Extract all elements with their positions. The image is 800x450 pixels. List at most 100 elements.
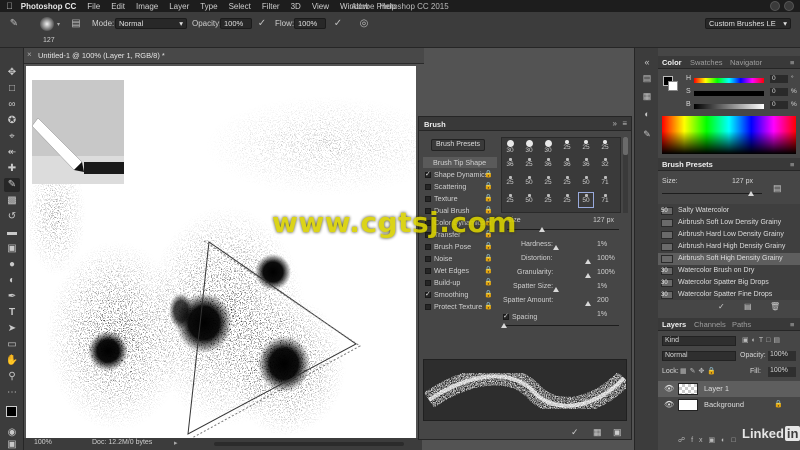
layer-opacity-value[interactable]: 100% xyxy=(768,351,796,361)
apple-icon[interactable]:  xyxy=(6,1,13,11)
brush-tip-cell[interactable]: 32 xyxy=(598,157,612,171)
checkbox[interactable] xyxy=(425,169,431,180)
tab-channels[interactable]: Channels xyxy=(694,320,726,329)
create-preset-icon[interactable]: ▤ xyxy=(744,302,752,311)
lock-icon[interactable]: 🔒 xyxy=(484,265,493,276)
lock-icon[interactable]: 🔒 xyxy=(484,289,493,300)
collapse-panel-icon[interactable]: » xyxy=(613,119,617,128)
opacity-field[interactable]: 100% xyxy=(220,18,252,29)
brush-tip-cell[interactable]: 71 xyxy=(598,193,612,207)
spatter-size-value[interactable]: 1% xyxy=(597,283,607,290)
brush-preview-icon[interactable] xyxy=(40,17,54,31)
menu-app-name[interactable]: Photoshop CC xyxy=(21,2,77,11)
visibility-eye-icon[interactable]: 👁 xyxy=(664,397,674,413)
size-slider-knob[interactable] xyxy=(539,227,545,232)
granularity-slider-knob[interactable] xyxy=(585,273,591,278)
brush-preset-item[interactable]: 30 Watercolor Spatter Big Drops xyxy=(658,277,800,289)
preset-size-knob[interactable] xyxy=(748,191,754,196)
brightness-slider[interactable] xyxy=(694,104,764,109)
tab-brush-presets[interactable]: Brush Presets xyxy=(662,160,713,169)
hardness-slider-knob[interactable] xyxy=(553,245,559,250)
path-select-tool-icon[interactable]: ➤ xyxy=(4,322,20,336)
new-brush-preset-icon[interactable]: ▤ xyxy=(773,183,782,194)
marquee-tool-icon[interactable]: □ xyxy=(4,82,20,96)
grid-view-icon[interactable]: ▦ xyxy=(593,427,602,438)
flow-field[interactable]: 100% xyxy=(294,18,326,29)
checkbox[interactable] xyxy=(425,268,431,274)
brightness-value[interactable]: 0 xyxy=(770,101,788,109)
fill-value[interactable]: 100% xyxy=(768,367,796,377)
lock-icon[interactable]: 🔒 xyxy=(484,241,493,252)
pressure-opacity-icon[interactable]: ✓ xyxy=(256,18,268,30)
hand-tool-icon[interactable]: ✋ xyxy=(4,354,20,368)
brush-tip-cell[interactable]: 25 xyxy=(560,139,574,153)
tab-swatches[interactable]: Swatches xyxy=(690,58,723,67)
panel-menu-icon[interactable]: ≡ xyxy=(622,119,627,128)
brush-preset-item[interactable]: 30 Watercolor Brush on Dry xyxy=(658,265,800,277)
scroll-thumb[interactable] xyxy=(623,137,628,155)
blur-tool-icon[interactable]: ● xyxy=(4,258,20,272)
airbrush-icon[interactable]: ✓ xyxy=(332,18,344,30)
menu-filter[interactable]: Filter xyxy=(262,2,280,11)
menu-edit[interactable]: Edit xyxy=(111,2,125,11)
brush-tip-cell[interactable]: 50 xyxy=(578,192,594,208)
history-brush-tool-icon[interactable]: ↺ xyxy=(4,210,20,224)
tab-color[interactable]: Color xyxy=(662,58,682,67)
status-menu-chevron-icon[interactable]: ▸ xyxy=(174,439,178,447)
checkbox[interactable] xyxy=(425,289,431,300)
brush-tip-cell[interactable]: 25 xyxy=(579,139,593,153)
brush-tip-cell[interactable]: 25 xyxy=(560,175,574,189)
horizontal-scrollbar[interactable] xyxy=(214,442,404,446)
menu-view[interactable]: View xyxy=(312,2,329,11)
checkbox[interactable] xyxy=(425,184,431,190)
crop-tool-icon[interactable]: ⌖ xyxy=(4,130,20,144)
panel-menu-icon[interactable]: ≡ xyxy=(790,160,794,169)
tip-grid-scrollbar[interactable] xyxy=(623,137,628,213)
close-button[interactable] xyxy=(784,1,794,11)
healing-brush-tool-icon[interactable]: ✚ xyxy=(4,162,20,176)
lock-icon[interactable]: 🔒 xyxy=(484,277,493,288)
gradient-tool-icon[interactable]: ▣ xyxy=(4,242,20,256)
brush-tip-cell[interactable]: 25 xyxy=(522,157,536,171)
panel-menu-icon[interactable]: ≡ xyxy=(790,320,794,329)
distortion-value[interactable]: 100% xyxy=(597,255,615,262)
panel-menu-icon[interactable]: ≡ xyxy=(790,58,794,67)
brush-tip-cell[interactable]: 50 xyxy=(579,175,593,189)
brush-tip-cell[interactable]: 50 xyxy=(522,175,536,189)
checkbox[interactable] xyxy=(425,256,431,262)
brush-tip-cell[interactable]: 30 xyxy=(541,139,555,154)
hue-value[interactable]: 0 xyxy=(770,75,788,83)
adjustments-panel-icon[interactable]: ◐ xyxy=(640,108,654,120)
lock-icon[interactable]: 🔒 xyxy=(484,169,493,180)
clone-stamp-tool-icon[interactable]: ▩ xyxy=(4,194,20,208)
lock-icon[interactable]: 🔒 xyxy=(484,181,493,192)
menu-image[interactable]: Image xyxy=(136,2,158,11)
preset-size-slider[interactable] xyxy=(662,193,762,194)
brush-tip-cell[interactable]: 30 xyxy=(503,139,517,154)
brush-tip-cell[interactable]: 71 xyxy=(598,175,612,189)
setting-brush-pose[interactable]: Brush Pose 🔒 xyxy=(425,241,493,252)
menu-type[interactable]: Type xyxy=(200,2,217,11)
granularity-value[interactable]: 100% xyxy=(597,269,615,276)
size-value[interactable]: 127 px xyxy=(593,217,614,224)
lock-icon[interactable]: 🔒 xyxy=(484,193,493,204)
type-tool-icon[interactable]: T xyxy=(4,306,20,320)
brush-tip-cell[interactable]: 36 xyxy=(579,157,593,171)
quick-select-tool-icon[interactable]: ✪ xyxy=(4,114,20,128)
zoom-level[interactable]: 100% xyxy=(34,439,52,446)
background-swatch[interactable] xyxy=(668,81,678,91)
layer-row-background[interactable]: 👁 Background 🔒 xyxy=(658,397,800,413)
checkbox[interactable] xyxy=(425,304,431,310)
brush-preset-item[interactable]: Airbrush Hard Low Density Grainy xyxy=(658,229,800,241)
tab-layers[interactable]: Layers xyxy=(662,320,686,329)
brush-preset-item[interactable]: Airbrush Soft Low Density Grainy xyxy=(658,217,800,229)
brush-preset-item[interactable]: 30 Watercolor Spatter Fine Drops xyxy=(658,289,800,301)
move-tool-icon[interactable]: ✥ xyxy=(4,66,20,80)
workspace-select[interactable]: Custom Brushes LE ▾ xyxy=(705,18,791,29)
checkbox[interactable] xyxy=(425,280,431,286)
brush-tool-icon[interactable]: ✎ xyxy=(4,178,20,192)
brush-tip-cell[interactable]: 25 xyxy=(503,175,517,189)
dodge-tool-icon[interactable]: ◐ xyxy=(4,274,20,288)
brush-preset-item[interactable]: 50 Salty Watercolor xyxy=(658,205,800,217)
tab-paths[interactable]: Paths xyxy=(732,320,751,329)
